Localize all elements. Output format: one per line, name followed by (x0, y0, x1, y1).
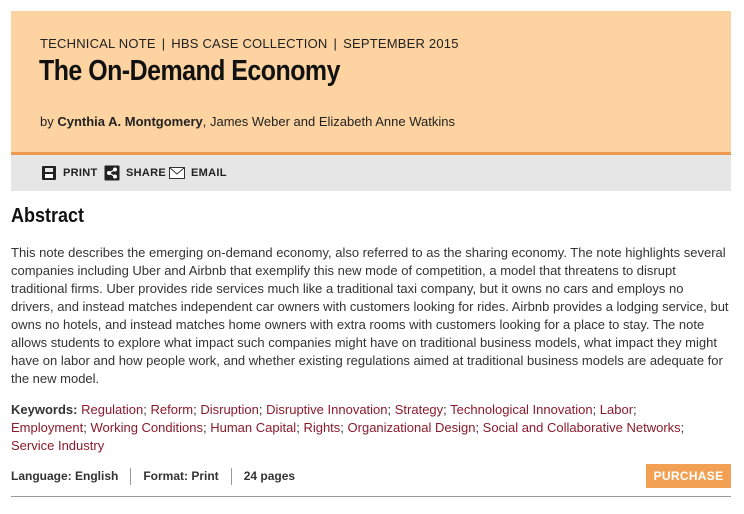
keyword-link[interactable]: Service Industry (11, 438, 104, 453)
language-info: Language: English (11, 469, 119, 483)
share-button[interactable]: SHARE (104, 165, 166, 181)
case-kicker: TECHNICAL NOTE | HBS CASE COLLECTION | SEPTE… (40, 36, 459, 51)
bottom-divider (11, 496, 731, 497)
abstract-heading: Abstract (11, 205, 85, 227)
keyword-link[interactable]: Strategy (395, 402, 443, 417)
kicker-separator: | (333, 36, 338, 51)
kicker-date: SEPTEMBER 2015 (343, 36, 459, 51)
format-info: Format: Print (130, 468, 230, 485)
email-label: EMAIL (191, 167, 227, 179)
print-button[interactable]: PRINT (41, 165, 98, 181)
kicker-collection: HBS CASE COLLECTION (171, 36, 328, 51)
keyword-link[interactable]: Reform (150, 402, 193, 417)
byline: by Cynthia A. Montgomery, James Weber an… (40, 114, 455, 129)
keyword-link[interactable]: Labor (600, 402, 633, 417)
keyword-link[interactable]: Disruption (200, 402, 259, 417)
authors-rest: , James Weber and Elizabeth Anne Watkins (202, 114, 455, 129)
keywords-list: Keywords: Regulation; Reform; Disruption… (11, 402, 685, 453)
keyword-link[interactable]: Organizational Design (348, 420, 476, 435)
product-meta: Language: English Format: Print 24 pages (11, 468, 307, 485)
print-label: PRINT (63, 167, 98, 179)
share-label: SHARE (126, 167, 167, 179)
kicker-separator: | (161, 36, 166, 51)
keyword-link[interactable]: Rights (303, 420, 340, 435)
keyword-link[interactable]: Human Capital (210, 420, 296, 435)
page-count: 24 pages (230, 468, 307, 485)
page-title: The On-Demand Economy (39, 55, 340, 87)
keyword-link[interactable]: Disruptive Innovation (266, 402, 387, 417)
kicker-type: TECHNICAL NOTE (40, 36, 156, 51)
share-toolbar: PRINT SHARE EMAIL (11, 155, 731, 191)
keyword-link[interactable]: Regulation (81, 402, 143, 417)
keyword-link[interactable]: Technological Innovation (450, 402, 592, 417)
keywords-label: Keywords: (11, 402, 78, 417)
keyword-link[interactable]: Working Conditions (90, 420, 202, 435)
share-icon (104, 165, 120, 181)
abstract-text: This note describes the emerging on-dema… (11, 245, 729, 386)
printer-icon (41, 165, 57, 181)
case-header: TECHNICAL NOTE | HBS CASE COLLECTION | SEPTE… (11, 11, 731, 155)
keyword-link[interactable]: Employment (11, 420, 83, 435)
author-primary[interactable]: Cynthia A. Montgomery (57, 114, 202, 129)
envelope-icon (169, 165, 185, 181)
keyword-link[interactable]: Social and Collaborative Networks (483, 420, 681, 435)
purchase-button[interactable]: PURCHASE (646, 464, 731, 488)
byline-prefix: by (40, 114, 58, 129)
email-button[interactable]: EMAIL (169, 165, 227, 181)
